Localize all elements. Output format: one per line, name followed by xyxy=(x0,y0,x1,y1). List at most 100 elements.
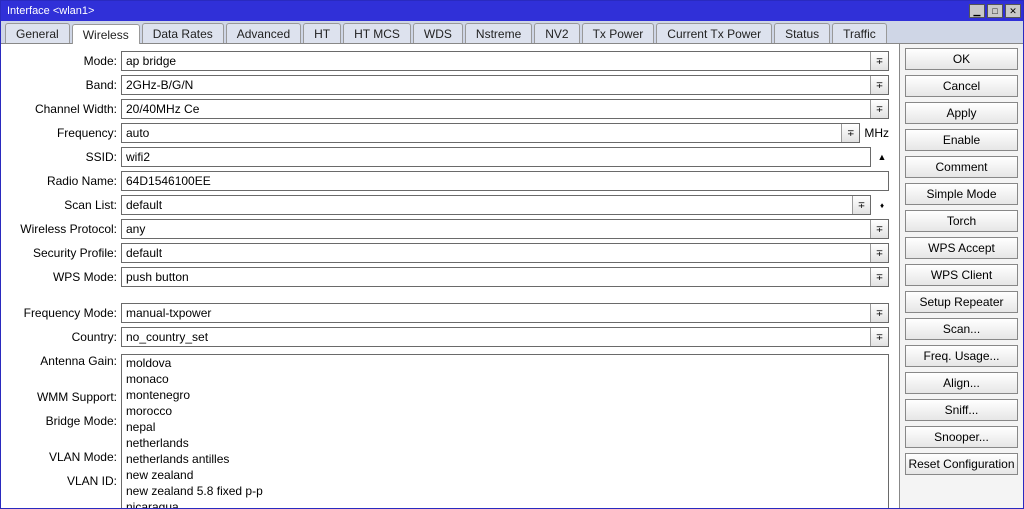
cancel-button[interactable]: Cancel xyxy=(905,75,1018,97)
tab-nv2[interactable]: NV2 xyxy=(534,23,579,43)
security-profile-dropdown[interactable]: default ∓ xyxy=(121,243,889,263)
action-panel: OK Cancel Apply Enable Comment Simple Mo… xyxy=(899,44,1023,508)
country-option[interactable]: nicaragua xyxy=(122,499,888,508)
bridge-mode-label: Bridge Mode: xyxy=(1,414,121,428)
security-profile-value: default xyxy=(122,244,870,262)
country-option[interactable]: new zealand xyxy=(122,467,888,483)
country-option[interactable]: morocco xyxy=(122,403,888,419)
country-option[interactable]: nepal xyxy=(122,419,888,435)
tab-ht[interactable]: HT xyxy=(303,23,341,43)
country-option[interactable]: monaco xyxy=(122,371,888,387)
country-dropdown[interactable]: no_country_set ∓ xyxy=(121,327,889,347)
chevron-down-icon[interactable]: ∓ xyxy=(870,76,888,94)
security-profile-label: Security Profile: xyxy=(1,246,121,260)
scan-list-value: default xyxy=(122,196,852,214)
chevron-down-icon[interactable]: ∓ xyxy=(841,124,859,142)
maximize-button[interactable]: □ xyxy=(987,4,1003,18)
titlebar: Interface <wlan1> ▁ □ ✕ xyxy=(1,1,1023,21)
maximize-icon: □ xyxy=(992,7,997,16)
wps-mode-dropdown[interactable]: push button ∓ xyxy=(121,267,889,287)
ok-button[interactable]: OK xyxy=(905,48,1018,70)
chevron-down-icon[interactable]: ∓ xyxy=(852,196,870,214)
chevron-down-icon[interactable]: ∓ xyxy=(870,220,888,238)
scan-button[interactable]: Scan... xyxy=(905,318,1018,340)
sniff-button[interactable]: Sniff... xyxy=(905,399,1018,421)
country-option[interactable]: netherlands xyxy=(122,435,888,451)
chevron-down-icon[interactable]: ∓ xyxy=(870,244,888,262)
scan-list-dropdown[interactable]: default ∓ xyxy=(121,195,871,215)
setup-repeater-button[interactable]: Setup Repeater xyxy=(905,291,1018,313)
chevron-down-icon[interactable]: ∓ xyxy=(870,328,888,346)
chevron-down-icon[interactable]: ∓ xyxy=(870,52,888,70)
mode-dropdown[interactable]: ap bridge ∓ xyxy=(121,51,889,71)
wireless-protocol-dropdown[interactable]: any ∓ xyxy=(121,219,889,239)
scan-list-add-remove[interactable]: ♦ xyxy=(875,195,889,215)
tab-tx-power[interactable]: Tx Power xyxy=(582,23,655,43)
form-area: Mode: ap bridge ∓ Band: 2GHz-B/G/N ∓ xyxy=(1,44,899,508)
ssid-input[interactable] xyxy=(121,147,871,167)
country-option[interactable]: new zealand 5.8 fixed p-p xyxy=(122,483,888,499)
close-button[interactable]: ✕ xyxy=(1005,4,1021,18)
wps-mode-value: push button xyxy=(122,268,870,286)
wps-mode-label: WPS Mode: xyxy=(1,270,121,284)
chevron-down-icon[interactable]: ∓ xyxy=(870,100,888,118)
country-value: no_country_set xyxy=(122,328,870,346)
tab-data-rates[interactable]: Data Rates xyxy=(142,23,224,43)
align-button[interactable]: Align... xyxy=(905,372,1018,394)
scan-list-label: Scan List: xyxy=(1,198,121,212)
minimize-button[interactable]: ▁ xyxy=(969,4,985,18)
tab-ht-mcs[interactable]: HT MCS xyxy=(343,23,411,43)
country-dropdown-list[interactable]: moldovamonacomontenegromorocconepalnethe… xyxy=(121,354,889,508)
tab-status[interactable]: Status xyxy=(774,23,830,43)
channel-width-dropdown[interactable]: 20/40MHz Ce ∓ xyxy=(121,99,889,119)
channel-width-label: Channel Width: xyxy=(1,102,121,116)
tab-wds[interactable]: WDS xyxy=(413,23,463,43)
tab-nstreme[interactable]: Nstreme xyxy=(465,23,532,43)
band-dropdown[interactable]: 2GHz-B/G/N ∓ xyxy=(121,75,889,95)
enable-button[interactable]: Enable xyxy=(905,129,1018,151)
torch-button[interactable]: Torch xyxy=(905,210,1018,232)
mode-value: ap bridge xyxy=(122,52,870,70)
frequency-unit: MHz xyxy=(864,123,889,143)
frequency-mode-value: manual-txpower xyxy=(122,304,870,322)
snooper-button[interactable]: Snooper... xyxy=(905,426,1018,448)
country-option[interactable]: netherlands antilles xyxy=(122,451,888,467)
tab-wireless[interactable]: Wireless xyxy=(72,24,140,44)
country-option[interactable]: montenegro xyxy=(122,387,888,403)
frequency-label: Frequency: xyxy=(1,126,121,140)
tab-traffic[interactable]: Traffic xyxy=(832,23,887,43)
wireless-protocol-value: any xyxy=(122,220,870,238)
chevron-up-icon: ♦ xyxy=(880,202,884,209)
comment-button[interactable]: Comment xyxy=(905,156,1018,178)
mode-label: Mode: xyxy=(1,54,121,68)
band-label: Band: xyxy=(1,78,121,92)
chevron-down-icon[interactable]: ∓ xyxy=(870,304,888,322)
radio-name-label: Radio Name: xyxy=(1,174,121,188)
vlan-mode-label: VLAN Mode: xyxy=(1,450,121,464)
wps-accept-button[interactable]: WPS Accept xyxy=(905,237,1018,259)
radio-name-input[interactable] xyxy=(121,171,889,191)
country-option[interactable]: moldova xyxy=(122,355,888,371)
window-title: Interface <wlan1> xyxy=(7,5,94,17)
tab-general[interactable]: General xyxy=(5,23,70,43)
tab-current-tx-power[interactable]: Current Tx Power xyxy=(656,23,772,43)
band-value: 2GHz-B/G/N xyxy=(122,76,870,94)
frequency-mode-dropdown[interactable]: manual-txpower ∓ xyxy=(121,303,889,323)
freq-usage-button[interactable]: Freq. Usage... xyxy=(905,345,1018,367)
tab-bar: General Wireless Data Rates Advanced HT … xyxy=(1,21,1023,44)
reset-config-button[interactable]: Reset Configuration xyxy=(905,453,1018,475)
window-control-buttons: ▁ □ ✕ xyxy=(969,4,1021,18)
frequency-dropdown[interactable]: auto ∓ xyxy=(121,123,860,143)
wireless-protocol-label: Wireless Protocol: xyxy=(1,222,121,236)
minimize-icon: ▁ xyxy=(974,7,981,16)
collapse-up-icon[interactable]: ▲ xyxy=(875,147,889,167)
antenna-gain-label: Antenna Gain: xyxy=(1,354,121,368)
tab-advanced[interactable]: Advanced xyxy=(226,23,301,43)
frequency-value: auto xyxy=(122,124,841,142)
simple-mode-button[interactable]: Simple Mode xyxy=(905,183,1018,205)
chevron-down-icon[interactable]: ∓ xyxy=(870,268,888,286)
wps-client-button[interactable]: WPS Client xyxy=(905,264,1018,286)
apply-button[interactable]: Apply xyxy=(905,102,1018,124)
interface-window: Interface <wlan1> ▁ □ ✕ General Wireless… xyxy=(0,0,1024,509)
country-label: Country: xyxy=(1,330,121,344)
